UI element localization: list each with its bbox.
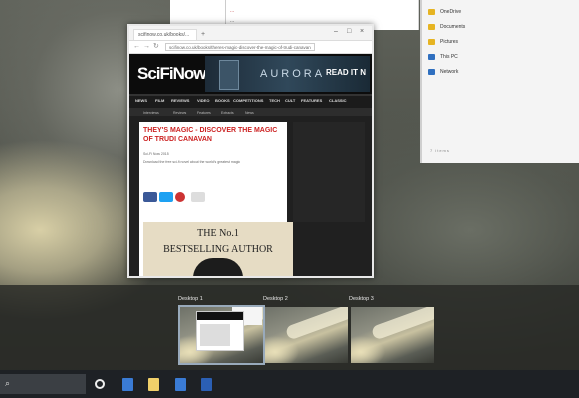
- pinterest-share-icon[interactable]: [175, 192, 185, 202]
- article-meta: Sci-Fi Now 2015: [143, 152, 169, 156]
- promo-text: THE No.1: [197, 228, 239, 239]
- folder-icon: [428, 24, 435, 30]
- site-nav: NEWS FILM REVIEWS VIDEO BOOKS COMPETITIO…: [129, 94, 372, 108]
- banner-title: AURORA: [260, 68, 326, 80]
- site-logo[interactable]: SciFiNow: [137, 64, 207, 84]
- desktop-thumbnail[interactable]: [349, 305, 436, 365]
- refresh-button[interactable]: ↻: [153, 42, 159, 52]
- page-content: THEY'S MAGIC - DISCOVER THE MAGIC OF TRU…: [129, 116, 372, 276]
- network-icon: [428, 69, 435, 75]
- subnav-item[interactable]: Interviews: [143, 111, 159, 115]
- taskbar-app-file-explorer[interactable]: [145, 375, 161, 393]
- task-view-icon: [95, 379, 105, 389]
- search-icon: ⌕: [5, 378, 11, 388]
- desktop-label: Desktop 1: [178, 296, 203, 302]
- nav-item[interactable]: CLASSIC: [329, 98, 347, 103]
- explorer-status-bar: 7 items: [430, 148, 450, 153]
- explorer-item-label: This PC: [440, 54, 458, 60]
- close-button[interactable]: ×: [360, 28, 364, 35]
- ad-banner[interactable]: AURORA READ IT N: [205, 56, 370, 92]
- nav-item[interactable]: FEATURES: [301, 98, 322, 103]
- explorer-nav-pane: OneDrive Documents Pictures This PC Netw…: [428, 6, 568, 81]
- desktop-label: Desktop 2: [263, 296, 288, 302]
- sidebar: [293, 122, 365, 222]
- store-icon: [174, 377, 186, 391]
- browser-tab[interactable]: scifinow.co.uk/books/...: [133, 29, 197, 40]
- desktop-3[interactable]: Desktop 3: [349, 296, 436, 365]
- forward-button[interactable]: →: [143, 42, 150, 52]
- thumbnail-window-header: [197, 312, 243, 320]
- explorer-item-label: Network: [440, 69, 459, 75]
- browser-window[interactable]: scifinow.co.uk/books/... + – □ × ← → ↻ s…: [127, 24, 374, 278]
- article-meta: Download the free sci-fi novel about the…: [143, 160, 241, 164]
- thumbnail-wallpaper: [351, 307, 434, 363]
- explorer-item[interactable]: This PC: [428, 51, 568, 63]
- nav-item[interactable]: NEWS: [135, 98, 147, 103]
- thumbnail-wallpaper: [265, 307, 348, 363]
- maximize-button[interactable]: □: [347, 28, 351, 35]
- facebook-share-icon[interactable]: [143, 192, 157, 202]
- word-icon: [200, 377, 212, 391]
- url-field[interactable]: scifinow.co.uk/books/theres-magic-discov…: [165, 43, 315, 51]
- nav-item[interactable]: REVIEWS: [171, 98, 189, 103]
- doc-text-line: ...: [230, 8, 235, 14]
- task-view-button[interactable]: [92, 375, 108, 393]
- explorer-item[interactable]: Pictures: [428, 36, 568, 48]
- taskbar-search[interactable]: ⌕: [0, 374, 86, 394]
- promo-figure: [193, 258, 243, 276]
- folder-icon: [428, 9, 435, 15]
- subnav-item[interactable]: Reviews: [173, 111, 186, 115]
- explorer-item-label: OneDrive: [440, 9, 462, 15]
- nav-item[interactable]: BOOKS: [215, 98, 230, 103]
- taskbar-app-store[interactable]: [172, 375, 188, 393]
- explorer-item-label: Pictures: [440, 39, 459, 45]
- article: THEY'S MAGIC - DISCOVER THE MAGIC OF TRU…: [139, 122, 293, 276]
- subnav-item[interactable]: Extracts: [221, 111, 234, 115]
- explorer-item-label: Documents: [440, 24, 466, 30]
- edge-icon: [121, 377, 133, 391]
- taskbar-app-word[interactable]: [198, 375, 214, 393]
- desktop-1[interactable]: Desktop 1: [178, 296, 265, 365]
- back-button[interactable]: ←: [133, 42, 140, 52]
- minimize-button[interactable]: –: [334, 28, 338, 35]
- subnav-item[interactable]: News: [245, 111, 254, 115]
- new-tab-button[interactable]: +: [201, 31, 205, 38]
- promo-text: BESTSELLING AUTHOR: [163, 244, 273, 255]
- explorer-item[interactable]: Documents: [428, 21, 568, 33]
- file-explorer-window[interactable]: OneDrive Documents Pictures This PC Netw…: [420, 0, 579, 163]
- taskbar: ⌕: [0, 370, 579, 398]
- desktop-label: Desktop 3: [349, 296, 374, 302]
- site-header: SciFiNow AURORA READ IT N: [129, 54, 372, 94]
- nav-item[interactable]: FILM: [155, 98, 164, 103]
- article-title[interactable]: THEY'S MAGIC - DISCOVER THE MAGIC OF TRU…: [143, 126, 283, 144]
- thumbnail-window-body: [200, 324, 230, 346]
- share-icon[interactable]: [191, 192, 205, 202]
- thumbnail-window: [196, 311, 244, 351]
- twitter-share-icon[interactable]: [159, 192, 173, 202]
- explorer-item[interactable]: Network: [428, 66, 568, 78]
- nav-item[interactable]: TECH: [269, 98, 280, 103]
- nav-item[interactable]: VIDEO: [197, 98, 209, 103]
- address-bar-row: ← → ↻ scifinow.co.uk/books/theres-magic-…: [129, 41, 372, 54]
- desktop-thumbnail[interactable]: [263, 305, 350, 365]
- folder-icon: [147, 377, 159, 391]
- explorer-item[interactable]: OneDrive: [428, 6, 568, 18]
- nav-item[interactable]: CULT: [285, 98, 295, 103]
- banner-cta: READ IT N: [326, 68, 366, 77]
- desktop-thumbnail[interactable]: [178, 305, 265, 365]
- computer-icon: [428, 54, 435, 60]
- subnav-item[interactable]: Features: [197, 111, 211, 115]
- tablet-image: [219, 60, 239, 90]
- browser-tab-bar: scifinow.co.uk/books/... + – □ ×: [129, 26, 372, 41]
- desktop-2[interactable]: Desktop 2: [263, 296, 350, 365]
- book-promo-image[interactable]: THE No.1 BESTSELLING AUTHOR: [143, 222, 293, 276]
- taskbar-app-edge[interactable]: [119, 375, 135, 393]
- nav-item[interactable]: COMPETITIONS: [233, 98, 263, 103]
- folder-icon: [428, 39, 435, 45]
